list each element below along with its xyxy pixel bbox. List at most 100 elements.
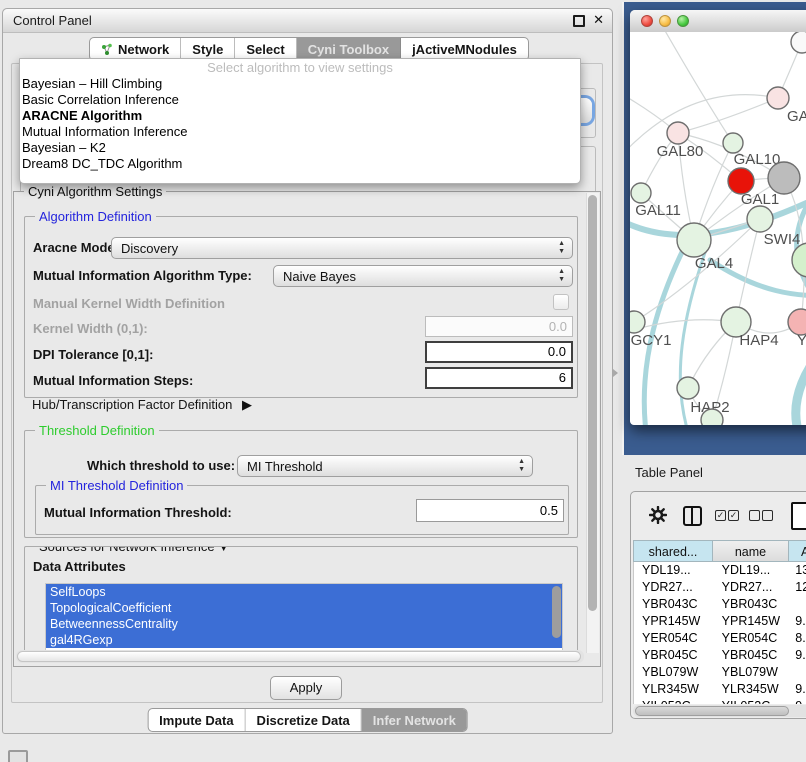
- attribute-list-item[interactable]: BetweennessCentrality: [46, 616, 562, 632]
- mi-threshold-label: Mutual Information Threshold:: [44, 505, 232, 520]
- table-horizontal-scrollbar[interactable]: [633, 705, 806, 717]
- table-window: ✓ ✓ shared...nameA YDL19...YDL19...13YDR…: [630, 491, 806, 719]
- network-node[interactable]: [792, 243, 806, 277]
- table-column-header[interactable]: A: [789, 540, 806, 562]
- table-panel: Table Panel ✓ ✓: [622, 455, 806, 762]
- close-icon[interactable]: ✕: [593, 12, 604, 28]
- bottom-tab-impute-data[interactable]: Impute Data: [148, 709, 245, 731]
- checked-checkbox-icon[interactable]: ✓: [715, 510, 726, 521]
- tab-label: Style: [192, 42, 223, 57]
- table-cell: 12: [789, 579, 806, 596]
- hub-definition-label: Hub/Transcription Factor Definition: [32, 397, 232, 412]
- mi-threshold-field[interactable]: 0.5: [416, 499, 564, 522]
- network-node-swi4[interactable]: [747, 206, 773, 232]
- algorithm-option[interactable]: Mutual Information Inference: [20, 124, 580, 140]
- bottom-tab-infer-network[interactable]: Infer Network: [362, 709, 467, 731]
- which-threshold-value: MI Threshold: [247, 459, 323, 474]
- settings-vertical-scrollbar[interactable]: [586, 193, 599, 653]
- tab-select[interactable]: Select: [235, 38, 296, 60]
- unchecked-checkbox-icon[interactable]: [749, 510, 760, 521]
- tab-cyni-toolbox[interactable]: Cyni Toolbox: [297, 38, 401, 60]
- tab-jactivemnodules[interactable]: jActiveMNodules: [401, 38, 528, 60]
- settings-horizontal-scrollbar[interactable]: [16, 650, 584, 663]
- table-cell: [789, 664, 806, 681]
- table-row[interactable]: YDL19...YDL19...13: [634, 562, 806, 579]
- network-node-gal10[interactable]: [723, 133, 743, 153]
- network-node[interactable]: [791, 32, 806, 53]
- attribute-list-item[interactable]: gal4RGexp: [46, 632, 562, 648]
- float-window-icon[interactable]: [573, 15, 585, 27]
- algorithm-option[interactable]: Basic Correlation Inference: [20, 92, 580, 108]
- checked-checkbox-icon[interactable]: ✓: [728, 510, 739, 521]
- network-node-label: GAL4: [695, 255, 733, 272]
- mi-threshold-definition-title: MI Threshold Definition: [46, 478, 187, 493]
- algorithm-option[interactable]: Bayesian – Hill Climbing: [20, 76, 580, 92]
- attribute-list-item[interactable]: SelfLoops: [46, 584, 562, 600]
- network-node-gcy1[interactable]: [630, 311, 645, 333]
- dpi-tolerance-field[interactable]: 0.0: [425, 341, 573, 363]
- table-column-header[interactable]: name: [713, 540, 789, 562]
- splitter-collapse-arrow[interactable]: [613, 369, 618, 377]
- network-node-gal4[interactable]: [677, 223, 711, 257]
- mi-type-select[interactable]: Naive Bayes ▲▼: [273, 265, 573, 287]
- table-row[interactable]: YDR27...YDR27...12: [634, 579, 806, 596]
- table-row[interactable]: YIL052CYIL052C9: [634, 698, 806, 704]
- table-row[interactable]: YPR145WYPR145W9.: [634, 613, 806, 630]
- table-sheet-icon[interactable]: [791, 502, 806, 530]
- unchecked-checkbox-icon[interactable]: [762, 510, 773, 521]
- table-cell: YER054C: [714, 630, 790, 647]
- bottom-tab-discretize-data[interactable]: Discretize Data: [246, 709, 362, 731]
- minimize-traffic-icon[interactable]: [659, 15, 671, 27]
- algorithm-option[interactable]: Dream8 DC_TDC Algorithm: [20, 156, 580, 172]
- which-threshold-label: Which threshold to use:: [87, 458, 235, 473]
- mi-steps-field[interactable]: 6: [425, 367, 573, 389]
- table-column-header[interactable]: shared...: [633, 540, 713, 562]
- data-attributes-list[interactable]: SelfLoopsTopologicalCoefficientBetweenne…: [45, 583, 563, 651]
- columns-icon[interactable]: [683, 506, 702, 526]
- spinner-arrows-icon: ▲▼: [558, 240, 565, 256]
- expanded-arrow-icon[interactable]: ▼: [218, 546, 229, 554]
- algorithm-option[interactable]: ARACNE Algorithm: [20, 108, 580, 124]
- mi-steps-label: Mutual Information Steps:: [33, 373, 193, 388]
- table-row[interactable]: YBR043CYBR043C: [634, 596, 806, 613]
- algorithm-definition-group: Algorithm Definition Aracne Mode: Discov…: [24, 216, 578, 398]
- network-node-gal2[interactable]: [767, 87, 789, 109]
- apply-button[interactable]: Apply: [270, 676, 342, 700]
- mi-type-value: Naive Bayes: [283, 269, 356, 284]
- network-window-titlebar[interactable]: [630, 10, 806, 33]
- table-row[interactable]: YER054CYER054C8.: [634, 630, 806, 647]
- manual-kernel-checkbox[interactable]: [553, 294, 569, 310]
- close-traffic-icon[interactable]: [641, 15, 653, 27]
- hub-definition-section[interactable]: Hub/Transcription Factor Definition ▶: [32, 397, 252, 413]
- network-view-window[interactable]: GAL2GAL80GAL10GAL1GAL11SWI4GAL4GCY1HAP4Y…: [630, 10, 806, 425]
- network-node-gal80[interactable]: [667, 122, 689, 144]
- network-canvas[interactable]: GAL2GAL80GAL10GAL1GAL11SWI4GAL4GCY1HAP4Y…: [630, 32, 806, 425]
- tab-style[interactable]: Style: [181, 38, 235, 60]
- table-hscrollbar-thumb[interactable]: [635, 706, 789, 716]
- network-node-gal11[interactable]: [631, 183, 651, 203]
- tab-label: Discretize Data: [257, 713, 350, 728]
- algorithm-option[interactable]: Bayesian – K2: [20, 140, 580, 156]
- table-row[interactable]: YLR345WYLR345W9.: [634, 681, 806, 698]
- threshold-definition-group: Threshold Definition Which threshold to …: [24, 430, 578, 538]
- network-node[interactable]: [768, 162, 800, 194]
- table-cell: YBR043C: [634, 596, 714, 613]
- table-row[interactable]: YBR045CYBR045C9.: [634, 647, 806, 664]
- table-cell: YPR145W: [714, 613, 790, 630]
- kernel-width-field[interactable]: 0.0: [425, 316, 573, 337]
- which-threshold-select[interactable]: MI Threshold ▲▼: [237, 455, 533, 477]
- restore-panel-icon[interactable]: [8, 750, 28, 762]
- collapsed-arrow-icon[interactable]: ▶: [242, 397, 252, 413]
- network-node[interactable]: [701, 409, 723, 425]
- horizontal-scrollbar-thumb[interactable]: [17, 651, 581, 662]
- network-node-hap2[interactable]: [677, 377, 699, 399]
- table-row[interactable]: YBL079WYBL079W: [634, 664, 806, 681]
- zoom-traffic-icon[interactable]: [677, 15, 689, 27]
- gear-icon[interactable]: [649, 506, 667, 524]
- aracne-mode-select[interactable]: Discovery ▲▼: [111, 237, 573, 259]
- vertical-scrollbar-thumb[interactable]: [588, 195, 597, 611]
- attribute-list-item[interactable]: TopologicalCoefficient: [46, 600, 562, 616]
- network-graph[interactable]: GAL2GAL80GAL10GAL1GAL11SWI4GAL4GCY1HAP4Y…: [630, 32, 806, 425]
- tab-network[interactable]: Network: [90, 38, 181, 60]
- list-scrollbar-thumb[interactable]: [552, 586, 561, 638]
